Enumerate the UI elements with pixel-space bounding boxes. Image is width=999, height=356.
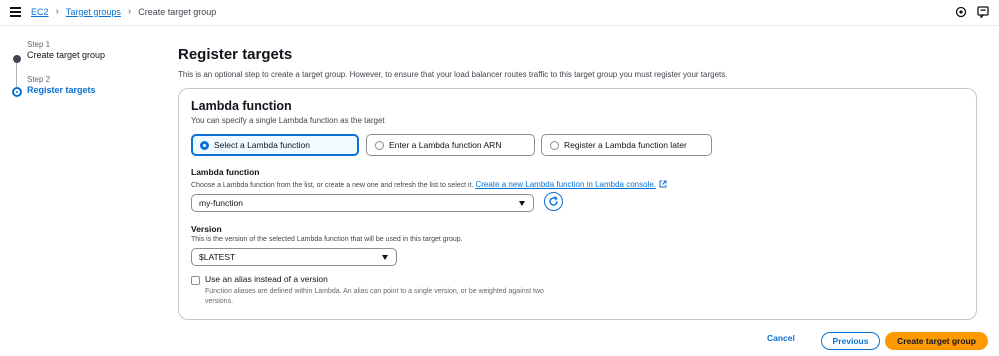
breadcrumb-target-groups[interactable]: Target groups — [66, 7, 121, 17]
option-select-lambda[interactable]: Select a Lambda function — [191, 134, 359, 156]
version-description: This is the version of the selected Lamb… — [191, 236, 463, 243]
radio-checked-icon[interactable] — [200, 140, 209, 150]
top-navigation-bar: EC2 › Target groups › Create target grou… — [0, 0, 999, 26]
lambda-function-label: Lambda function — [191, 167, 260, 177]
lambda-function-container: Lambda function You can specify a single… — [178, 88, 977, 320]
chevron-right-icon: › — [55, 6, 59, 17]
option-register-later[interactable]: Register a Lambda function later — [541, 134, 712, 156]
refresh-button[interactable] — [544, 192, 563, 211]
option-label: Register a Lambda function later — [564, 140, 687, 150]
lambda-function-help: Choose a Lambda function from the list, … — [191, 182, 474, 189]
radio-unchecked-icon[interactable] — [375, 140, 384, 150]
step-number: Step 2 — [27, 75, 51, 84]
page-title: Register targets — [178, 46, 293, 63]
refresh-icon — [549, 196, 558, 206]
option-enter-arn[interactable]: Enter a Lambda function ARN — [366, 134, 535, 156]
menu-icon[interactable] — [10, 7, 21, 17]
create-target-group-button[interactable]: Create target group — [885, 332, 988, 350]
wizard-steps: Step 1 Create target group Step 2 Regist… — [11, 40, 151, 97]
option-label: Select a Lambda function — [214, 140, 310, 150]
previous-button[interactable]: Previous — [821, 332, 880, 350]
step-title: Register targets — [27, 85, 96, 95]
step-active-dot-icon — [12, 87, 22, 97]
lambda-function-select[interactable]: my-function — [191, 194, 534, 212]
create-lambda-link[interactable]: Create a new Lambda function in Lambda c… — [475, 180, 656, 189]
caret-down-icon — [382, 255, 388, 260]
step-1[interactable]: Step 1 Create target group — [11, 40, 151, 60]
breadcrumb: EC2 › Target groups › Create target grou… — [31, 6, 216, 17]
step-title: Create target group — [27, 50, 106, 60]
step-2[interactable]: Step 2 Register targets — [11, 75, 151, 95]
breadcrumb-current: Create target group — [138, 6, 217, 17]
select-value: my-function — [199, 198, 243, 208]
version-select[interactable]: $LATEST — [191, 248, 397, 266]
alias-description: Function aliases are defined within Lamb… — [205, 288, 544, 305]
container-title: Lambda function — [191, 99, 292, 113]
external-link-icon[interactable] — [659, 180, 667, 188]
radio-unchecked-icon[interactable] — [550, 140, 559, 150]
caret-down-icon — [519, 201, 525, 206]
lambda-function-description: Choose a Lambda function from the list, … — [191, 180, 667, 189]
cancel-button[interactable]: Cancel — [767, 333, 795, 343]
alias-checkbox[interactable] — [191, 276, 200, 285]
notifications-icon[interactable] — [977, 6, 989, 18]
container-description: You can specify a single Lambda function… — [191, 116, 385, 125]
alias-checkbox-label[interactable]: Use an alias instead of a version — [205, 274, 328, 284]
step-complete-dot-icon — [13, 55, 21, 63]
select-value: $LATEST — [199, 252, 236, 262]
page-header: Register targets This is an optional ste… — [178, 46, 978, 79]
page-description: This is an optional step to create a tar… — [178, 70, 728, 79]
breadcrumb-ec2[interactable]: EC2 — [31, 7, 49, 17]
version-label: Version — [191, 224, 222, 234]
option-label: Enter a Lambda function ARN — [389, 140, 502, 150]
chevron-right-icon: › — [127, 6, 132, 17]
settings-icon[interactable] — [955, 6, 967, 18]
step-number: Step 1 — [27, 40, 51, 49]
